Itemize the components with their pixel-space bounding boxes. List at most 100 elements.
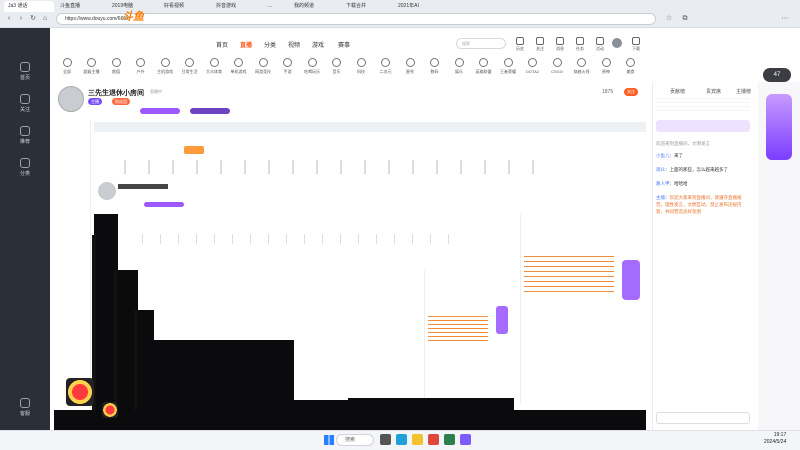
category-item[interactable]: 单机游戏: [226, 58, 252, 75]
category-icon: [185, 58, 194, 67]
address-bar[interactable]: https://www.douyu.com/6652: [56, 13, 656, 25]
browser-tab[interactable]: 抖音游戏: [212, 1, 262, 12]
taskbar-search[interactable]: 搜索: [336, 434, 374, 446]
explorer-icon[interactable]: [412, 434, 423, 445]
edge-icon[interactable]: [396, 434, 407, 445]
refresh-icon[interactable]: ↻: [28, 13, 38, 25]
forward-icon[interactable]: ›: [16, 13, 26, 25]
chat-user[interactable]: 主播: [656, 195, 665, 200]
promo-banner[interactable]: [656, 120, 750, 132]
follow-button[interactable]: 关注: [624, 88, 638, 96]
nav-video[interactable]: 视频: [288, 40, 300, 49]
category-item[interactable]: 娱乐: [446, 58, 472, 75]
category-item[interactable]: 网游竞技: [250, 58, 276, 75]
category-item[interactable]: 音乐: [324, 58, 350, 75]
tab-contribution[interactable]: 贡献榜: [670, 88, 685, 95]
app-icon[interactable]: [460, 434, 471, 445]
rail-item-label: 关注: [19, 107, 30, 113]
activity-label: 活动: [596, 46, 604, 51]
chat-input[interactable]: [656, 412, 750, 424]
rail-item-home[interactable]: 首页: [0, 62, 50, 81]
nav-home[interactable]: 首页: [216, 40, 228, 49]
browser-tab[interactable]: 下载合并: [342, 1, 392, 12]
browser-tab[interactable]: 2021年AI: [394, 1, 444, 12]
category-icon: [258, 58, 268, 67]
follow-label: 关注: [536, 46, 544, 51]
category-item[interactable]: 吃喝玩乐: [299, 58, 325, 75]
category-item[interactable]: 颜值: [103, 58, 129, 75]
nav-game[interactable]: 游戏: [312, 40, 324, 49]
chat-user[interactable]: 观众: [656, 167, 665, 172]
taskbar-clock[interactable]: 19:17 2024/5/24: [764, 432, 786, 446]
task-label: 任务: [576, 46, 584, 51]
category-item[interactable]: 主机游戏: [152, 58, 178, 75]
category-item[interactable]: 数码: [422, 58, 448, 75]
chat-text: 欢迎大家来到直播间，请遵守直播规范，理性发言，文明互动，禁止发布违规内容，共同营…: [656, 195, 742, 214]
browser-chrome: Ja3 通话 斗鱼直播 2019电脑 好看视频 抖音游戏 ... 我的频道 下载…: [0, 0, 800, 28]
user-avatar[interactable]: [612, 38, 622, 48]
stream-screen: [54, 120, 646, 410]
download-button[interactable]: 下载: [624, 37, 648, 52]
browser-tab[interactable]: ...: [264, 1, 288, 12]
back-icon[interactable]: ‹: [4, 13, 14, 25]
category-item[interactable]: 手游: [275, 58, 301, 75]
extensions-icon[interactable]: ⧉: [680, 13, 690, 25]
promo-gift[interactable]: [766, 94, 792, 160]
category-item[interactable]: 全部: [54, 58, 80, 75]
activity-button[interactable]: 活动: [588, 37, 612, 52]
category-item[interactable]: 原神: [593, 58, 619, 75]
category-label: DOTA2: [525, 69, 540, 74]
category-item[interactable]: 美食: [618, 58, 644, 75]
windows-start-icon[interactable]: [324, 435, 334, 445]
nested-chat-text: [524, 256, 614, 292]
rail-item-category[interactable]: 分类: [0, 158, 50, 177]
message-label: 消息: [556, 46, 564, 51]
category-item[interactable]: 王者荣耀: [495, 58, 521, 75]
nav-live[interactable]: 直播: [240, 40, 252, 49]
category-label: 单机游戏: [230, 69, 247, 74]
category-item[interactable]: 大众体育: [201, 58, 227, 75]
category-item[interactable]: 科技: [348, 58, 374, 75]
history-icon: [516, 37, 524, 45]
fan-badge[interactable]: 粉丝团: [112, 98, 130, 105]
star-icon[interactable]: ☆: [664, 13, 674, 25]
browser-tab[interactable]: 我的频道: [290, 1, 340, 12]
nav-category[interactable]: 分类: [264, 40, 276, 49]
browser-tab[interactable]: Ja3 通话: [4, 1, 54, 12]
category-label: CSGO: [551, 69, 563, 74]
browser-tab[interactable]: 好看视频: [160, 1, 210, 12]
tab-rank[interactable]: 主播榜: [736, 88, 751, 95]
menu-icon[interactable]: ⋯: [780, 13, 790, 25]
category-item[interactable]: CSGO: [544, 58, 570, 74]
chat-user[interactable]: 路人甲: [656, 181, 670, 186]
streamer-avatar[interactable]: [58, 86, 84, 112]
app-icon[interactable]: [444, 434, 455, 445]
tab-vip[interactable]: 贵宾席: [706, 88, 721, 95]
category-item[interactable]: 星秀: [397, 58, 423, 75]
chat-message: 路人甲：哈哈哈: [656, 180, 750, 187]
chrome-icon[interactable]: [428, 434, 439, 445]
nested-cats: [114, 160, 534, 174]
category-item[interactable]: 穿越火线: [569, 58, 595, 75]
category-item[interactable]: 英雄联盟: [471, 58, 497, 75]
search-input[interactable]: 搜索: [456, 38, 506, 49]
bell-icon: [556, 37, 564, 45]
category-icon: [577, 58, 586, 67]
task-view-icon[interactable]: [380, 434, 391, 445]
rail-item-support[interactable]: 客服: [0, 398, 50, 417]
home-icon[interactable]: ⌂: [40, 13, 50, 25]
chat-text: 来了: [674, 153, 683, 158]
nav-esports[interactable]: 赛事: [338, 40, 350, 49]
rail-item-follow[interactable]: 关注: [0, 94, 50, 113]
chat-user[interactable]: 小鱼儿: [656, 153, 670, 158]
category-item[interactable]: 日常生活: [177, 58, 203, 75]
category-item[interactable]: 超级主播: [79, 58, 105, 75]
rail-item-recommend[interactable]: 推荐: [0, 126, 50, 145]
category-item[interactable]: DOTA2: [520, 58, 546, 74]
category-label: 网游竞技: [255, 69, 271, 74]
browser-tab[interactable]: 斗鱼直播: [56, 1, 106, 12]
site-logo[interactable]: 斗鱼: [122, 8, 144, 24]
category-item[interactable]: 户外: [128, 58, 154, 75]
category-icon: [430, 58, 439, 67]
category-item[interactable]: 二次元: [373, 58, 399, 75]
